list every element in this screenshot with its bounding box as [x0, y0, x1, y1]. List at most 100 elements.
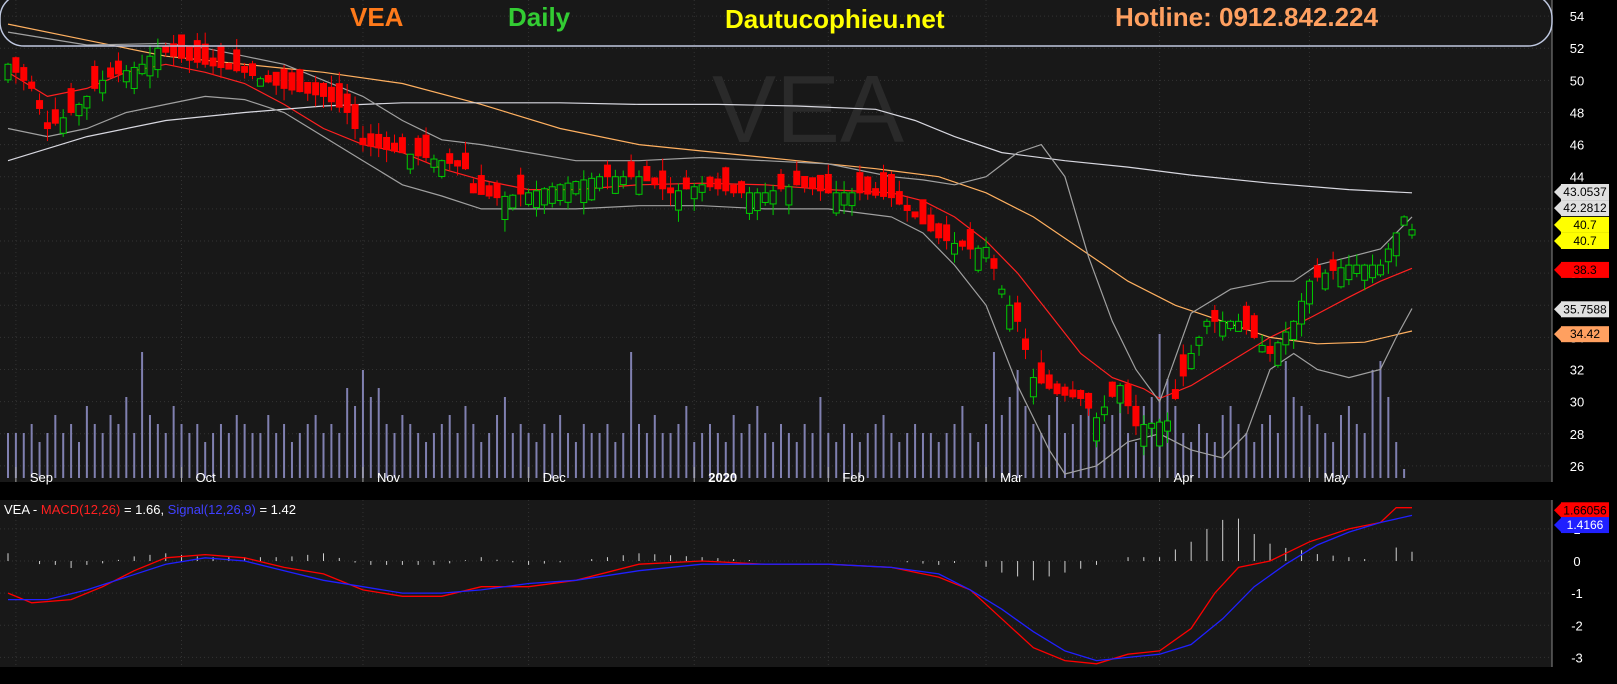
candle-body: [958, 240, 966, 247]
candle-body: [611, 176, 619, 194]
candle-body: [477, 175, 485, 195]
candle-body: [241, 65, 249, 73]
y-tick-label: 48: [1570, 105, 1584, 120]
candle-body: [974, 247, 982, 271]
candle-body: [1234, 320, 1242, 332]
candle-body: [706, 176, 714, 188]
candle-body: [1045, 374, 1053, 389]
candle-body: [1187, 352, 1195, 370]
candle-body: [1219, 320, 1227, 337]
candle-body: [398, 137, 406, 154]
candle-body: [509, 194, 517, 209]
macd-badge: 1.4166: [1554, 517, 1609, 534]
candle-body: [856, 172, 864, 194]
candle-body: [217, 45, 225, 68]
candle-body: [454, 160, 462, 167]
candle-body: [722, 167, 730, 192]
candle-body: [67, 88, 75, 113]
y-tick-label: 28: [1570, 427, 1584, 442]
candle-body: [714, 178, 722, 190]
candle-body: [1298, 300, 1306, 325]
candle-body: [880, 172, 888, 197]
site-label: Dautucophieu.net: [725, 4, 945, 34]
candle-body: [280, 68, 288, 89]
candle-body: [990, 258, 998, 269]
candle-body: [264, 74, 272, 83]
candle-body: [1148, 422, 1156, 429]
badge-label: 38.3: [1573, 263, 1597, 277]
candle-body: [659, 170, 667, 190]
candle-body: [690, 186, 698, 200]
candle-body: [801, 175, 809, 188]
y-tick-label: 50: [1570, 73, 1584, 88]
candle-body: [1290, 320, 1298, 341]
candle-body: [162, 46, 170, 53]
candle-body: [1108, 381, 1116, 397]
price-badge: 40.7: [1554, 216, 1609, 233]
candle-body: [414, 137, 422, 157]
candle-body: [730, 184, 738, 194]
stock-chart: VEA 54525048464442403836343230282610-1-2…: [0, 0, 1617, 684]
badge-label: 43.0537: [1563, 185, 1607, 199]
candle-body: [1242, 305, 1250, 330]
candle-body: [438, 160, 446, 177]
candle-body: [532, 190, 540, 209]
candle-body: [193, 40, 201, 63]
candle-body: [327, 86, 335, 103]
candle-body: [1408, 229, 1416, 236]
candle-body: [1274, 342, 1282, 366]
candle-body: [777, 173, 785, 190]
candle-body: [887, 174, 895, 199]
price-badge: 35.7588: [1554, 301, 1609, 318]
candle-body: [548, 186, 556, 204]
price-badge: 40.7: [1554, 233, 1609, 249]
candle-body: [304, 82, 312, 94]
candle-body: [982, 246, 990, 259]
candle-body: [745, 192, 753, 214]
candle-body: [367, 133, 375, 147]
candle-body: [20, 67, 28, 81]
period-label: Daily: [508, 2, 571, 32]
candle-body: [603, 164, 611, 178]
candle-body: [1022, 338, 1030, 350]
candle-body: [146, 55, 154, 77]
macd-badge: 1.66056: [1554, 502, 1609, 519]
candle-body: [59, 117, 67, 134]
candle-body: [249, 63, 257, 77]
candle-body: [320, 82, 328, 97]
candle-body: [406, 153, 414, 170]
candle-body: [809, 177, 817, 190]
candle-body: [935, 223, 943, 239]
candle-body: [1069, 389, 1077, 398]
candle-body: [114, 60, 122, 75]
price-badge: 43.0537: [1554, 183, 1609, 200]
candle-body: [698, 184, 706, 193]
price-badge: 34.42: [1554, 326, 1609, 343]
candle-body: [351, 104, 359, 130]
candle-body: [1282, 331, 1290, 346]
candle-body: [12, 57, 20, 73]
macd-panel: [0, 500, 1552, 667]
candle-body: [122, 70, 130, 83]
candle-body: [738, 181, 746, 194]
candle-body: [564, 182, 572, 203]
candle-body: [312, 82, 320, 96]
candle-body: [951, 242, 959, 255]
y-tick-label: 32: [1570, 363, 1584, 378]
candle-body: [619, 176, 627, 186]
candle-body: [1400, 216, 1408, 226]
candle-body: [130, 66, 138, 89]
candle-body: [83, 95, 91, 109]
candle-body: [580, 179, 588, 204]
candle-body: [927, 214, 935, 232]
candle-body: [588, 177, 596, 201]
candle-body: [485, 185, 493, 197]
price-badge: 38.3: [1554, 261, 1609, 278]
candle-body: [1250, 315, 1258, 338]
x-tick-label: Dec: [543, 470, 567, 485]
candle-body: [1156, 421, 1164, 447]
candle-body: [91, 66, 99, 89]
candle-body: [848, 192, 856, 207]
macd-y-tick-label: -2: [1571, 618, 1583, 633]
candle-body: [1171, 389, 1179, 399]
